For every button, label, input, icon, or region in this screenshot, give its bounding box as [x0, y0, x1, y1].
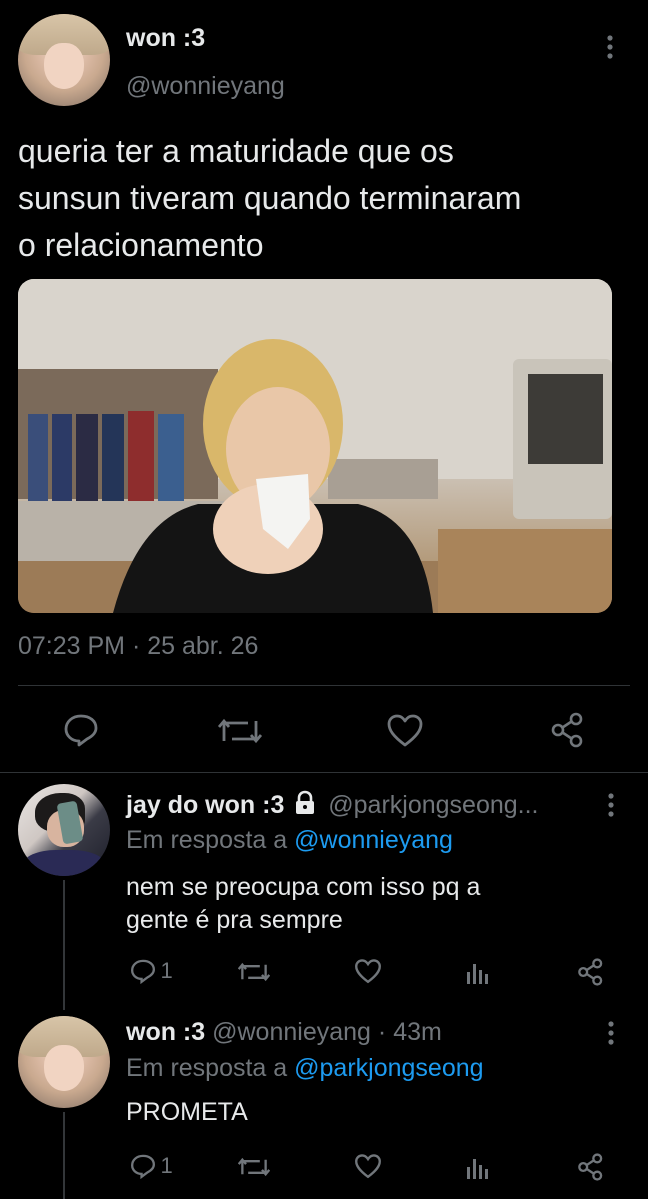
reply-button[interactable]: 1 [130, 1153, 173, 1181]
reply-text: nem se preocupa com isso pq a gente é pr… [126, 871, 480, 937]
lock-icon [296, 790, 315, 814]
reply-icon [131, 1154, 155, 1180]
reply-to-link[interactable]: @wonnieyang [294, 826, 453, 854]
more-icon[interactable] [600, 34, 620, 60]
reply-header: won :3 @wonnieyang · 43m [126, 1018, 442, 1047]
thread-line [63, 880, 65, 1010]
like-icon[interactable] [354, 1154, 382, 1179]
reply-icon [131, 959, 155, 985]
retweet-icon[interactable] [238, 1155, 270, 1179]
tweet-date: 25 abr. 26 [147, 632, 259, 660]
avatar[interactable] [18, 14, 110, 106]
separator: · [377, 1018, 387, 1046]
avatar[interactable] [18, 1016, 110, 1108]
tweet-text-line: sunsun tiveram quando terminaram [18, 180, 522, 216]
tweet-age[interactable]: 43m [393, 1018, 442, 1046]
reply-count: 1 [160, 1153, 173, 1178]
analytics-icon[interactable] [465, 1155, 491, 1179]
tweet-text-line: o relacionamento [18, 227, 264, 263]
tweet-text-line: queria ter a maturidade que os [18, 133, 454, 169]
avatar[interactable] [18, 784, 110, 876]
retweet-icon[interactable] [218, 715, 262, 747]
tweet-time: 07:23 PM [18, 632, 126, 660]
share-icon[interactable] [577, 958, 605, 986]
reply-icon[interactable] [63, 713, 99, 747]
tweet-media-image[interactable] [18, 279, 612, 613]
reply-text: PROMETA [126, 1098, 248, 1126]
like-icon[interactable] [354, 959, 382, 984]
reply-prefix: Em resposta a [126, 1054, 288, 1082]
reply-count: 1 [160, 958, 173, 983]
author-name[interactable]: jay do won :3 [126, 791, 284, 819]
reply-header: jay do won :3 @parkjongseong... [126, 790, 539, 820]
share-icon[interactable] [577, 1153, 605, 1181]
author-handle[interactable]: @wonnieyang [212, 1018, 371, 1046]
reply-text-line: nem se preocupa com isso pq a [126, 873, 481, 901]
author-handle[interactable]: @wonnieyang [126, 72, 285, 101]
media-illustration [18, 279, 612, 613]
reply-context: Em resposta a @wonnieyang [126, 826, 453, 855]
analytics-icon[interactable] [465, 960, 491, 984]
reply-text-line: gente é pra sempre [126, 906, 343, 934]
thread-line [63, 1112, 65, 1199]
reply-context: Em resposta a @parkjongseong [126, 1054, 484, 1083]
more-icon[interactable] [601, 792, 621, 818]
separator: · [131, 632, 141, 660]
reply-button[interactable]: 1 [130, 958, 173, 986]
reply-to-link[interactable]: @parkjongseong [294, 1054, 483, 1082]
author-name[interactable]: won :3 [126, 1018, 205, 1046]
share-icon[interactable] [550, 712, 586, 748]
reply-prefix: Em resposta a [126, 826, 288, 854]
tweet-timestamp[interactable]: 07:23 PM · 25 abr. 26 [18, 632, 258, 661]
retweet-icon[interactable] [238, 960, 270, 984]
author-handle[interactable]: @parkjongseong... [328, 791, 538, 819]
divider [0, 772, 648, 773]
author-name[interactable]: won :3 [126, 24, 205, 53]
tweet-text: queria ter a maturidade que os sunsun ti… [18, 128, 521, 269]
more-icon[interactable] [601, 1020, 621, 1046]
divider [18, 685, 630, 686]
like-icon[interactable] [386, 714, 424, 748]
